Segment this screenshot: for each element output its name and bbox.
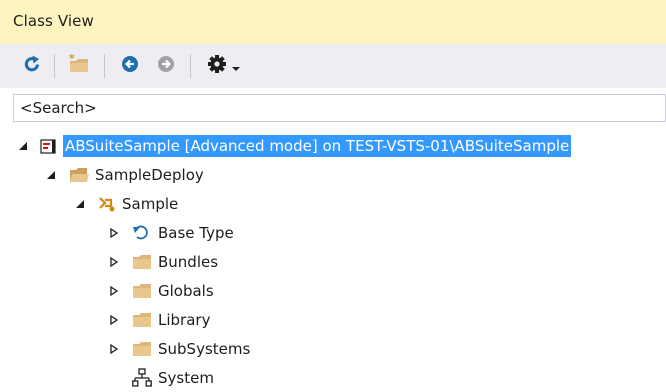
forward-arrow-icon (157, 55, 175, 77)
refresh-icon (22, 54, 42, 78)
collapsed-arrow-icon[interactable] (108, 343, 120, 355)
collapsed-arrow-icon[interactable] (108, 256, 120, 268)
collapsed-arrow-icon[interactable] (108, 227, 120, 239)
tree-node-sample[interactable]: Sample (74, 190, 178, 218)
svg-text:*: * (69, 53, 75, 65)
back-arrow-icon (121, 55, 139, 77)
refresh-button[interactable] (17, 50, 47, 82)
forward-button[interactable] (151, 50, 181, 82)
panel-title: Class View (13, 12, 94, 30)
tree-node-label: Library (158, 311, 211, 329)
tree-node-label: ABSuiteSample [Advanced mode] on TEST-VS… (63, 135, 572, 157)
collapsed-arrow-icon[interactable] (108, 314, 120, 326)
chevron-down-icon (231, 57, 240, 76)
tree-node-label: Globals (158, 282, 214, 300)
open-folder-icon (69, 165, 89, 185)
expanded-arrow-icon[interactable] (45, 169, 57, 181)
collapsed-arrow-icon[interactable] (108, 285, 120, 297)
tree-node-library[interactable]: Library (108, 306, 210, 334)
tree-node-base-type[interactable]: Base Type (108, 219, 234, 247)
panel-titlebar: Class View (0, 0, 666, 44)
search-input[interactable] (14, 95, 665, 121)
folder-icon (132, 339, 152, 359)
tree-node-sampledeploy[interactable]: SampleDeploy (45, 161, 204, 189)
namespace-icon (96, 194, 116, 214)
new-folder-button[interactable]: * (64, 50, 94, 82)
folder-icon (132, 281, 152, 301)
folder-icon (132, 252, 152, 272)
back-button[interactable] (115, 50, 145, 82)
project-icon (39, 136, 59, 156)
folder-icon (132, 310, 152, 330)
tree-node-globals[interactable]: Globals (108, 277, 214, 305)
hierarchy-icon (132, 368, 152, 388)
toolbar-separator (190, 54, 191, 78)
expanded-arrow-icon[interactable] (17, 140, 29, 152)
tree-node-root[interactable]: ABSuiteSample [Advanced mode] on TEST-VS… (17, 132, 572, 160)
search-box[interactable] (13, 94, 666, 122)
toolbar: * (0, 44, 666, 88)
expander-placeholder (108, 372, 120, 384)
tree-node-system[interactable]: System (108, 364, 214, 392)
tree-node-label: Sample (122, 195, 179, 213)
settings-gear-icon (207, 54, 227, 78)
tree-node-label: Base Type (158, 224, 234, 242)
toolbar-separator (54, 54, 55, 78)
toolbar-separator (104, 54, 105, 78)
expanded-arrow-icon[interactable] (74, 198, 86, 210)
tree-node-label: SubSystems (158, 340, 251, 358)
tree-node-label: System (158, 369, 214, 387)
tree-node-bundles[interactable]: Bundles (108, 248, 218, 276)
tree-node-subsystems[interactable]: SubSystems (108, 335, 250, 363)
tree-node-label: Bundles (158, 253, 219, 271)
base-type-icon (132, 223, 152, 243)
settings-dropdown-button[interactable] (200, 50, 246, 82)
new-folder-icon: * (68, 52, 90, 79)
tree-node-label: SampleDeploy (95, 166, 204, 184)
